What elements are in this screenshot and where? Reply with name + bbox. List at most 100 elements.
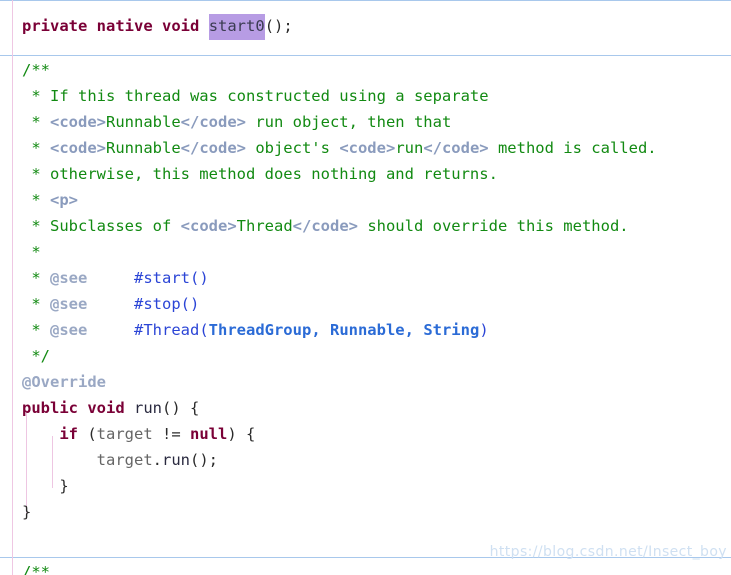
javadoc-param-runnable[interactable]: Runnable [330,318,405,344]
javadoc-link-stop[interactable]: #stop() [134,292,199,318]
keyword-void: void [87,399,125,417]
call-parens: (); [264,17,293,35]
keyword-null: null [190,425,228,443]
code-line-javadoc-see-start[interactable]: * @see #start() [0,266,731,292]
comment-text: /** [22,563,50,575]
keyword-void: void [162,17,200,35]
code-line-run-signature[interactable]: public void run() { [0,396,731,422]
comment-star: * [22,191,50,209]
code-line-next-javadoc-open[interactable]: /** [0,560,731,575]
comment-text: Runnable [106,113,181,131]
code-line-javadoc-4[interactable]: * otherwise, this method does nothing an… [0,162,731,188]
javadoc-tag-see: @see [50,321,88,339]
comment-star: * [22,321,50,339]
comment-star: * [22,139,50,157]
javadoc-link-close-paren: ) [479,321,489,339]
variable-target: target [96,425,153,443]
comment-text: /** [22,61,50,79]
comment-star: * [22,243,41,261]
dot-operator: . [152,451,162,469]
comment-text: run [395,139,424,157]
code-line-method-declaration[interactable]: private native void start0 (); [0,14,731,40]
comment-text: */ [22,347,50,365]
comment-star: * [22,113,50,131]
selected-identifier-start0[interactable]: start0 [208,14,265,40]
javadoc-link-start[interactable]: #start() [134,266,209,292]
code-line-close-method-brace[interactable]: } [0,500,731,526]
region-separator-top [0,0,731,1]
html-tag-close-2: </code> [423,139,489,157]
code-line-javadoc-open[interactable]: /** [0,58,731,84]
comment-text: Thread [236,217,293,235]
html-tag-open: <code> [50,139,106,157]
code-line-target-run-call[interactable]: target. run (); [0,448,731,474]
code-line-javadoc-see-thread[interactable]: * @see #Thread(ThreadGroup, Runnable, St… [0,318,731,344]
comment-star: * [22,165,50,183]
method-name-run: run [162,451,190,469]
method-name-run: run [134,399,163,417]
html-tag-close: </code> [292,217,358,235]
comment-star: * [22,87,50,105]
call-tail: (); [190,451,218,469]
comment-star: * [22,217,50,235]
comment-text: object's [245,139,340,157]
keyword-private: private [22,17,88,35]
code-line-javadoc-6[interactable]: * Subclasses of <code> Thread </code> shou… [0,214,731,240]
javadoc-param-threadgroup[interactable]: ThreadGroup [209,318,312,344]
keyword-public: public [22,399,78,417]
comment-text: otherwise, this method does nothing and … [50,165,498,183]
code-line-close-if-brace[interactable]: } [0,474,731,500]
comment-text: method is called. [488,139,657,157]
annotation-override[interactable]: @Override [22,370,106,396]
comment-text: If this thread was constructed using a s… [50,87,489,105]
javadoc-tag-see: @see [50,295,88,313]
close-paren-brace: ) { [227,425,256,443]
javadoc-param-string[interactable]: String [423,318,479,344]
code-editor[interactable]: private native void start0 (); /** * If t… [0,0,731,575]
comment-text: Runnable [106,139,181,157]
html-tag-open: <code> [180,217,237,235]
comment-text: Subclasses of [50,217,181,235]
html-tag-paragraph: <p> [50,191,78,209]
code-line-javadoc-see-stop[interactable]: * @see #stop() [0,292,731,318]
code-line-javadoc-close[interactable]: */ [0,344,731,370]
html-tag-open: <code> [50,113,106,131]
comment-star: * [22,295,50,313]
comma: , [311,321,330,339]
keyword-if: if [59,425,78,443]
comma: , [404,321,424,339]
operator-not-equal: != [152,425,190,443]
code-line-javadoc-3[interactable]: * <code> Runnable </code> object's <code> r… [0,136,731,162]
variable-target: target [96,451,153,469]
html-tag-open-2: <code> [339,139,396,157]
javadoc-tag-see: @see [50,269,88,287]
closing-brace: } [22,477,69,495]
code-line-javadoc-1[interactable]: * If this thread was constructed using a… [0,84,731,110]
region-separator-mid [0,55,731,56]
html-tag-close: </code> [180,139,246,157]
open-paren: ( [78,425,97,443]
signature-tail: () { [162,399,200,417]
code-line-javadoc-7[interactable]: * [0,240,731,266]
comment-text: should override this method. [357,217,629,235]
comment-star: * [22,269,50,287]
comment-text: run object, then that [245,113,452,131]
html-tag-close: </code> [180,113,246,131]
keyword-native: native [96,17,153,35]
javadoc-link-thread[interactable]: #Thread( [134,318,209,344]
code-line-javadoc-2[interactable]: * <code> Runnable </code> run object, then… [0,110,731,136]
code-line-annotation-override[interactable]: @Override [0,370,731,396]
code-line-if-statement[interactable]: if (target != null) { [0,422,731,448]
code-line-javadoc-5[interactable]: * <p> [0,188,731,214]
region-separator-bot [0,557,731,558]
